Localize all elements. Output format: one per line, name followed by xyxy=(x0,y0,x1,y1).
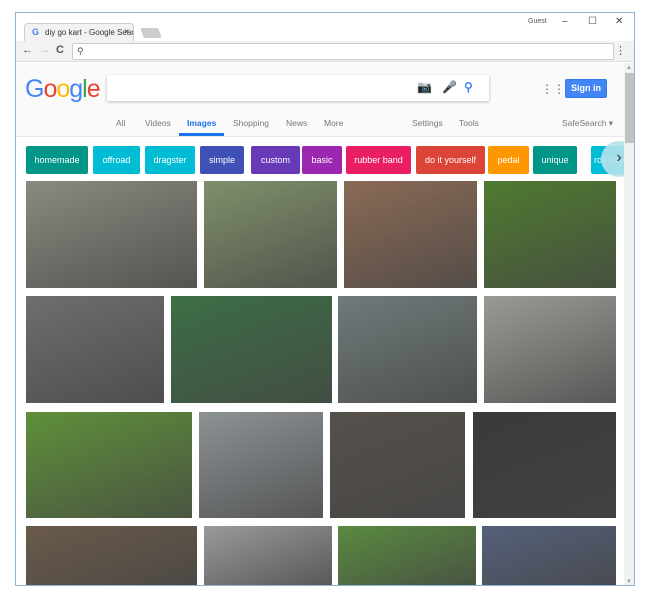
search-header: Google 📷 🎤 ⚲ ⋮⋮⋮ Sign in All Videos Imag… xyxy=(16,63,624,137)
safesearch-dropdown[interactable]: SafeSearch ▾ xyxy=(562,118,613,129)
search-icon: ⚲ xyxy=(77,46,84,56)
chip-homemade[interactable]: homemade xyxy=(26,146,88,174)
image-result[interactable] xyxy=(484,296,616,403)
chip-basic[interactable]: basic xyxy=(302,146,342,174)
minimize-icon[interactable]: – xyxy=(562,16,568,27)
google-logo[interactable]: Google xyxy=(25,75,101,104)
image-result[interactable] xyxy=(26,296,164,403)
scrollbar-thumb[interactable] xyxy=(625,73,634,143)
back-icon[interactable]: ← xyxy=(22,44,33,56)
image-result[interactable] xyxy=(199,412,323,518)
browser-menu-icon[interactable]: ⋮ xyxy=(615,44,626,57)
forward-icon[interactable]: → xyxy=(39,44,50,56)
active-tab-indicator xyxy=(179,133,224,136)
tab-all[interactable]: All xyxy=(116,118,125,128)
maximize-icon[interactable]: ☐ xyxy=(588,16,597,27)
tab-news[interactable]: News xyxy=(286,118,307,128)
image-result[interactable] xyxy=(171,296,332,403)
search-input[interactable]: 📷 🎤 ⚲ xyxy=(107,75,489,101)
tab-images[interactable]: Images xyxy=(187,118,216,128)
chip-do-it-yourself[interactable]: do it yourself xyxy=(416,146,485,174)
tab-close-icon[interactable]: × xyxy=(124,27,129,36)
settings-link[interactable]: Settings xyxy=(412,118,443,128)
related-searches-chips: homemade offroad dragster simple custom basic… xyxy=(26,146,626,174)
image-result[interactable] xyxy=(473,412,616,518)
tools-link[interactable]: Tools xyxy=(459,118,479,128)
scroll-down-icon[interactable]: ▼ xyxy=(626,579,632,585)
scrollbar[interactable]: ▲ ▼ xyxy=(624,63,634,585)
tab-title: diy go kart - Google Search xyxy=(45,28,134,37)
tab-active[interactable]: Gdiy go kart - Google Search × xyxy=(24,23,134,42)
image-result[interactable] xyxy=(26,181,197,288)
tab-more[interactable]: More xyxy=(324,118,343,128)
image-result[interactable] xyxy=(330,412,465,518)
chip-custom[interactable]: custom xyxy=(251,146,300,174)
microphone-icon[interactable]: 🎤 xyxy=(442,80,457,94)
chip-pedal[interactable]: pedal xyxy=(488,146,529,174)
image-result[interactable] xyxy=(204,526,332,585)
camera-icon[interactable]: 📷 xyxy=(417,80,432,94)
google-favicon-icon: G xyxy=(32,27,40,37)
chip-unique[interactable]: unique xyxy=(533,146,577,174)
chip-offroad[interactable]: offroad xyxy=(93,146,140,174)
chip-dragster[interactable]: dragster xyxy=(145,146,195,174)
image-result[interactable] xyxy=(484,181,616,288)
search-submit-icon[interactable]: ⚲ xyxy=(464,80,473,94)
profile-label[interactable]: Guest xyxy=(528,18,547,25)
sign-in-button[interactable]: Sign in xyxy=(565,79,607,98)
browser-window: Gdiy go kart - Google Search × Guest – ☐ … xyxy=(15,12,635,586)
address-bar[interactable]: ⚲ xyxy=(72,43,614,60)
image-result[interactable] xyxy=(338,296,477,403)
image-result[interactable] xyxy=(26,412,192,518)
chip-simple[interactable]: simple xyxy=(200,146,244,174)
scroll-up-icon[interactable]: ▲ xyxy=(626,65,632,71)
tab-shopping[interactable]: Shopping xyxy=(233,118,269,128)
reload-icon[interactable]: C xyxy=(56,44,64,56)
close-icon[interactable]: ✕ xyxy=(615,16,623,27)
tab-videos[interactable]: Videos xyxy=(145,118,171,128)
search-page: Google 📷 🎤 ⚲ ⋮⋮⋮ Sign in All Videos Imag… xyxy=(16,63,634,585)
title-bar: Gdiy go kart - Google Search × Guest – ☐ … xyxy=(16,13,634,42)
image-result[interactable] xyxy=(26,526,197,585)
image-result[interactable] xyxy=(344,181,477,288)
image-result[interactable] xyxy=(204,181,337,288)
image-result[interactable] xyxy=(338,526,476,585)
image-result[interactable] xyxy=(482,526,616,585)
chip-rubber-band[interactable]: rubber band xyxy=(346,146,411,174)
browser-toolbar: ← → C ⚲ ⋮ xyxy=(16,41,634,62)
new-tab-button[interactable] xyxy=(140,28,162,38)
